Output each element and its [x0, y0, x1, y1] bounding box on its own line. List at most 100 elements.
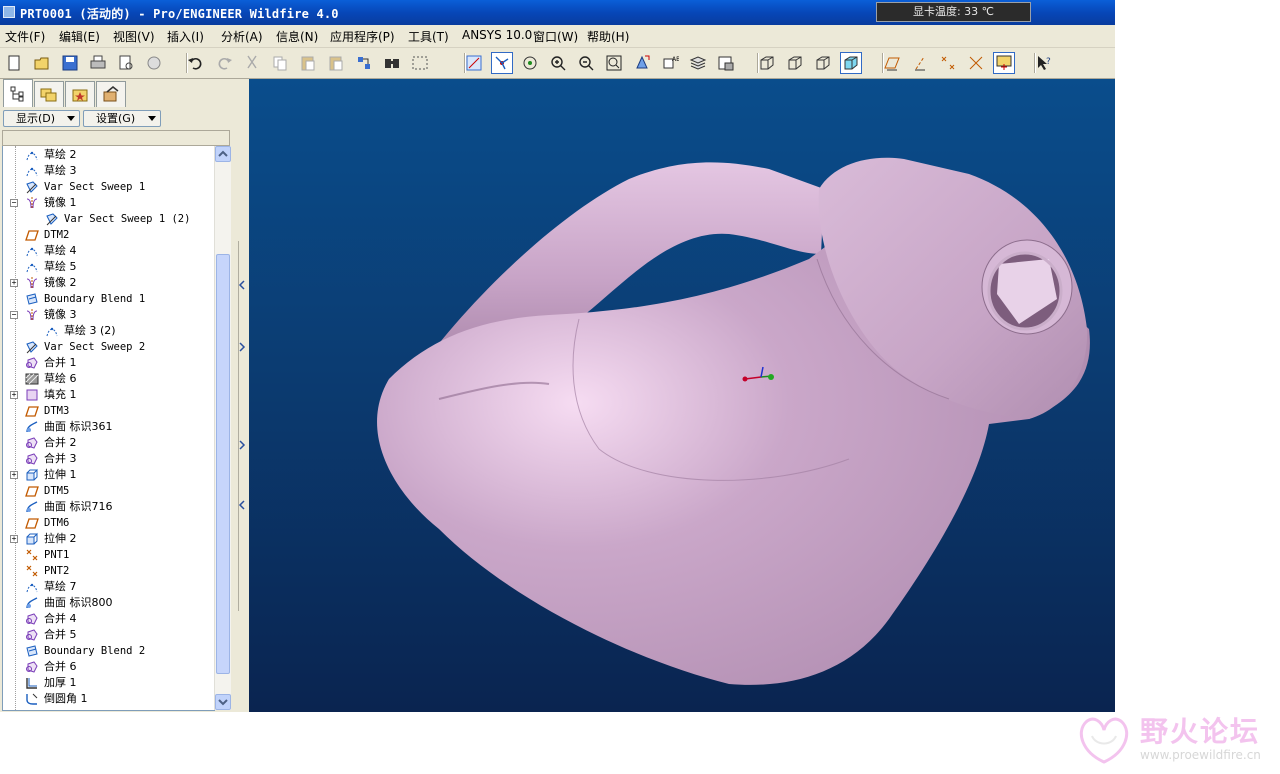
menu-item[interactable]: 插入(I) — [167, 28, 204, 45]
open-button[interactable] — [31, 52, 53, 74]
hidden-line-button[interactable] — [784, 52, 806, 74]
tree-item[interactable]: + 拉伸 1 — [3, 467, 213, 483]
wireframe-button[interactable] — [756, 52, 778, 74]
tree-item[interactable]: Var Sect Sweep 1 (2) — [3, 211, 213, 227]
tree-item[interactable]: 倒圆角 1 — [3, 691, 213, 707]
collapse-left-icon[interactable] — [235, 499, 249, 511]
menu-item[interactable]: 帮助(H) — [587, 28, 629, 45]
csys-display-button[interactable] — [965, 52, 987, 74]
tree-item[interactable]: PNT2 — [3, 563, 213, 579]
tree-item[interactable]: − 镜像 3 — [3, 307, 213, 323]
datum-point-display-button[interactable] — [937, 52, 959, 74]
tab-model-tree[interactable] — [3, 79, 33, 107]
tree-item[interactable]: 草绘 5 — [3, 259, 213, 275]
settings-dropdown[interactable]: 设置(G) — [83, 110, 161, 127]
menu-item[interactable]: 工具(T) — [408, 28, 449, 45]
tree-item[interactable]: + 填充 1 — [3, 387, 213, 403]
menu-item[interactable]: 信息(N) — [276, 28, 318, 45]
print-button[interactable] — [87, 52, 109, 74]
orient-button[interactable] — [519, 52, 541, 74]
tree-item[interactable]: Boundary Blend 1 — [3, 291, 213, 307]
expand-node-icon[interactable]: + — [10, 471, 18, 479]
tree-item[interactable]: 合并 6 — [3, 659, 213, 675]
menu-item[interactable]: 分析(A) — [221, 28, 263, 45]
tree-item[interactable]: − 镜像 1 — [3, 195, 213, 211]
saved-views-button[interactable]: AB — [659, 52, 681, 74]
new-button[interactable] — [3, 52, 25, 74]
spin-center-button[interactable] — [491, 52, 513, 74]
select-box-button[interactable] — [409, 52, 431, 74]
zoom-out-button[interactable] — [575, 52, 597, 74]
tree-item[interactable]: DTM2 — [3, 227, 213, 243]
datum-axis-display-button[interactable] — [909, 52, 931, 74]
panel-splitter[interactable] — [235, 79, 249, 712]
tree-item[interactable]: 曲面 标识361 — [3, 419, 213, 435]
shading-button[interactable] — [840, 52, 862, 74]
tree-item[interactable]: 合并 4 — [3, 611, 213, 627]
expand-right-icon[interactable] — [235, 341, 249, 353]
tree-item[interactable]: DTM5 — [3, 483, 213, 499]
scroll-thumb[interactable] — [216, 254, 230, 674]
tree-item[interactable]: PNT1 — [3, 547, 213, 563]
print-preview-button[interactable] — [115, 52, 137, 74]
zoom-in-button[interactable] — [547, 52, 569, 74]
menu-item[interactable]: 编辑(E) — [59, 28, 100, 45]
expand-node-icon[interactable]: + — [10, 391, 18, 399]
tree-item[interactable]: Var Sect Sweep 2 — [3, 339, 213, 355]
regenerate-button[interactable] — [353, 52, 375, 74]
no-hidden-button[interactable] — [812, 52, 834, 74]
scroll-down-button[interactable] — [215, 694, 231, 710]
tree-item[interactable]: 合并 3 — [3, 451, 213, 467]
tree-item[interactable]: + 拉伸 2 — [3, 531, 213, 547]
show-dropdown[interactable]: 显示(D) — [3, 110, 80, 127]
whats-this-button[interactable]: ? — [1033, 52, 1055, 74]
tree-item[interactable]: DTM3 — [3, 403, 213, 419]
tab-favorites[interactable] — [65, 81, 95, 107]
tree-item[interactable]: 草绘 3 (2) — [3, 323, 213, 339]
collapse-node-icon[interactable]: − — [10, 199, 18, 207]
tree-item[interactable]: 草绘 4 — [3, 243, 213, 259]
copy-button[interactable] — [269, 52, 291, 74]
tree-item[interactable]: 曲面 标识716 — [3, 499, 213, 515]
datum-display-button[interactable] — [463, 52, 485, 74]
tree-item[interactable]: 合并 2 — [3, 435, 213, 451]
find-button[interactable] — [381, 52, 403, 74]
scroll-up-button[interactable] — [215, 146, 231, 162]
graphics-viewport[interactable] — [249, 79, 1115, 712]
undo-button[interactable] — [185, 52, 207, 74]
cut-button[interactable] — [241, 52, 263, 74]
menu-item[interactable]: 文件(F) — [5, 28, 45, 45]
tree-item[interactable]: 草绘 3 — [3, 163, 213, 179]
collapse-node-icon[interactable]: − — [10, 311, 18, 319]
expand-node-icon[interactable]: + — [10, 535, 18, 543]
layers-button[interactable] — [687, 52, 709, 74]
redo-button[interactable] — [213, 52, 235, 74]
tree-item[interactable]: 合并 5 — [3, 627, 213, 643]
tab-folder-browser[interactable] — [34, 81, 64, 107]
expand-right-icon[interactable] — [235, 439, 249, 451]
spin-center-display-button[interactable] — [993, 52, 1015, 74]
tree-item[interactable]: Var Sect Sweep 1 — [3, 179, 213, 195]
tree-item[interactable]: 草绘 7 — [3, 579, 213, 595]
refit-button[interactable] — [603, 52, 625, 74]
erase-button[interactable] — [143, 52, 165, 74]
paste-button[interactable] — [297, 52, 319, 74]
tree-item[interactable]: Boundary Blend 2 — [3, 643, 213, 659]
paste-special-button[interactable] — [325, 52, 347, 74]
view-manager-button[interactable] — [715, 52, 737, 74]
tree-item[interactable]: 草绘 6 — [3, 371, 213, 387]
menu-item[interactable]: ANSYS 10.0 — [462, 28, 532, 42]
tree-item[interactable]: 草绘 2 — [3, 147, 213, 163]
collapse-left-icon[interactable] — [235, 279, 249, 291]
tree-item[interactable]: 加厚 1 — [3, 675, 213, 691]
tree-item[interactable]: 合并 1 — [3, 355, 213, 371]
tree-item[interactable]: + 镜像 2 — [3, 275, 213, 291]
tree-item[interactable]: DTM6 — [3, 515, 213, 531]
tree-item[interactable]: 曲面 标识800 — [3, 595, 213, 611]
app-icon[interactable] — [3, 6, 15, 18]
tree-scrollbar[interactable] — [214, 146, 231, 710]
menu-item[interactable]: 视图(V) — [113, 28, 155, 45]
expand-node-icon[interactable]: + — [10, 279, 18, 287]
tab-connections[interactable] — [96, 81, 126, 107]
menu-item[interactable]: 窗口(W) — [533, 28, 578, 45]
